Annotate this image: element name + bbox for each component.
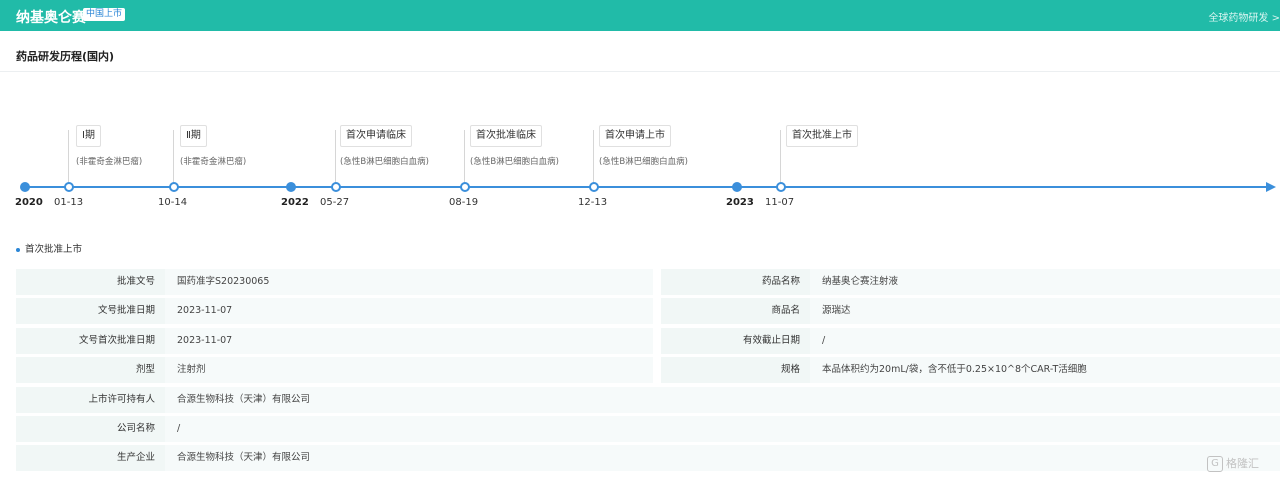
event-connector (780, 130, 781, 184)
event-connector (335, 130, 336, 184)
year-dot-2023 (732, 182, 742, 192)
timeline-arrow-icon (1266, 182, 1276, 192)
value-drug-name: 纳基奥仑赛注射液 (810, 269, 1280, 295)
value-manufacturer: 合源生物科技（天津）有限公司 (165, 445, 1280, 471)
event-phase2[interactable]: Ⅱ期 (180, 125, 207, 147)
event-indication: (非霍奇金淋巴瘤) (180, 157, 247, 167)
value-approval-number: 国药准字S20230065 (165, 269, 653, 295)
date-label: 01-13 (54, 197, 84, 208)
event-connector (68, 130, 69, 184)
year-label-2023: 2023 (726, 197, 754, 208)
value-brand-name: 源瑞达 (810, 298, 1280, 324)
label-brand-name: 商品名 (661, 298, 810, 324)
date-label: 08-19 (449, 197, 479, 208)
section-title: 药品研发历程(国内) (16, 50, 115, 63)
year-label-2022: 2022 (281, 197, 309, 208)
year-label-2020: 2020 (15, 197, 43, 208)
value-approval-date: 2023-11-07 (165, 298, 653, 324)
watermark-text: 格隆汇 (1226, 457, 1259, 470)
label-specification: 规格 (661, 357, 810, 383)
watermark: G 格隆汇 (1207, 455, 1259, 472)
bullet-icon (16, 247, 20, 252)
event-connector (593, 130, 594, 184)
event-phase1[interactable]: Ⅰ期 (76, 125, 101, 147)
timeline-axis (22, 186, 1272, 188)
value-specification: 本品体积约为20mL/袋，含不低于0.25×10^8个CAR-T活细胞 (810, 357, 1280, 383)
label-company-name: 公司名称 (16, 416, 165, 442)
date-label: 11-07 (765, 197, 795, 208)
event-indication: (急性B淋巴细胞白血病) (340, 157, 429, 167)
global-research-link[interactable]: 全球药物研发 > (1208, 9, 1280, 24)
watermark-logo-icon: G (1207, 456, 1223, 472)
value-company-name: / (165, 416, 1280, 442)
value-first-approval-date: 2023-11-07 (165, 328, 653, 354)
event-connector (173, 130, 174, 184)
label-approval-date: 文号批准日期 (16, 298, 165, 324)
year-dot-2022 (286, 182, 296, 192)
label-drug-name: 药品名称 (661, 269, 810, 295)
label-license-holder: 上市许可持有人 (16, 387, 165, 413)
event-dot[interactable] (460, 182, 470, 192)
event-dot[interactable] (776, 182, 786, 192)
header-bar: 纳基奥仑赛 中国上市 全球药物研发 > (0, 0, 1280, 31)
event-first-market-application[interactable]: 首次申请上市 (599, 125, 671, 147)
value-dosage-form: 注射剂 (165, 357, 653, 383)
event-dot[interactable] (589, 182, 599, 192)
detail-heading: 首次批准上市 (16, 241, 82, 255)
event-indication: (非霍奇金淋巴瘤) (76, 157, 143, 167)
event-connector (464, 130, 465, 184)
value-license-holder: 合源生物科技（天津）有限公司 (165, 387, 1280, 413)
event-indication: (急性B淋巴细胞白血病) (470, 157, 559, 167)
market-badge: 中国上市 (83, 8, 126, 21)
label-expiry-date: 有效截止日期 (661, 328, 810, 354)
event-dot[interactable] (169, 182, 179, 192)
date-label: 05-27 (320, 197, 350, 208)
label-manufacturer: 生产企业 (16, 445, 165, 471)
detail-heading-text: 首次批准上市 (25, 244, 83, 255)
timeline: Ⅰ期 Ⅱ期 首次申请临床 首次批准临床 首次申请上市 首次批准上市 (非霍奇金淋… (0, 110, 1280, 220)
event-dot[interactable] (64, 182, 74, 192)
label-first-approval-date: 文号首次批准日期 (16, 328, 165, 354)
event-dot[interactable] (331, 182, 341, 192)
label-dosage-form: 剂型 (16, 357, 165, 383)
label-approval-number: 批准文号 (16, 269, 165, 295)
event-first-clinical-application[interactable]: 首次申请临床 (340, 125, 412, 147)
event-first-market-approval[interactable]: 首次批准上市 (786, 125, 858, 147)
event-first-clinical-approval[interactable]: 首次批准临床 (470, 125, 542, 147)
year-dot-2020 (20, 182, 30, 192)
event-indication: (急性B淋巴细胞白血病) (599, 157, 688, 167)
value-expiry-date: / (810, 328, 1280, 354)
drug-title: 纳基奥仑赛 (16, 10, 86, 26)
section-header: 药品研发历程(国内) (0, 31, 1280, 72)
date-label: 10-14 (158, 197, 188, 208)
date-label: 12-13 (578, 197, 608, 208)
